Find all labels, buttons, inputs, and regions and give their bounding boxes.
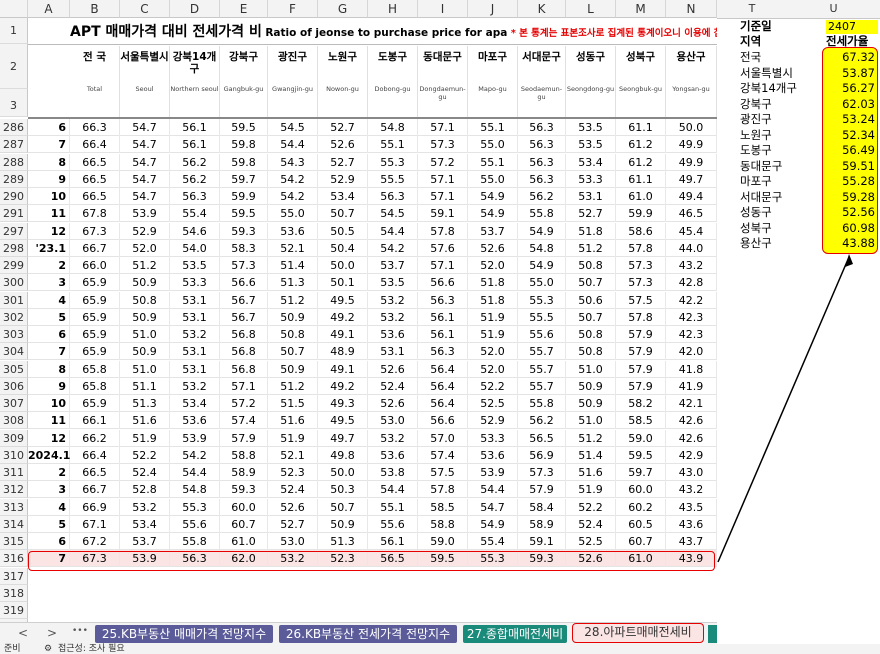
annotation-arrow	[717, 254, 853, 563]
arrow-head	[845, 254, 853, 267]
arrow-line	[717, 256, 850, 563]
